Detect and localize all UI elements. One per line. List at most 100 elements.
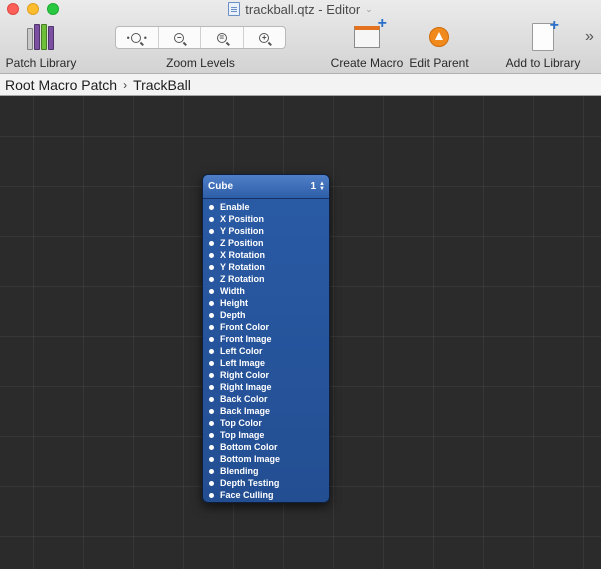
input-port[interactable]: Front Image <box>203 333 329 345</box>
port-dot-icon[interactable] <box>209 372 214 378</box>
port-dot-icon[interactable] <box>209 300 214 306</box>
input-port[interactable]: Face Culling <box>203 489 329 501</box>
zoom-fit-button[interactable]: = <box>201 27 244 48</box>
port-dot-icon[interactable] <box>209 444 214 450</box>
port-label: Blending <box>220 466 259 476</box>
port-label: Height <box>220 298 248 308</box>
port-label: Depth <box>220 310 246 320</box>
patch-index-value: 1 <box>310 181 317 192</box>
port-dot-icon[interactable] <box>209 384 214 390</box>
port-label: Right Color <box>220 370 269 380</box>
port-dot-icon[interactable] <box>209 360 214 366</box>
port-label: Y Rotation <box>220 262 265 272</box>
port-label: Left Image <box>220 358 266 368</box>
port-dot-icon[interactable] <box>209 336 214 342</box>
input-port[interactable]: Width <box>203 285 329 297</box>
stepper-arrows-icon: ▲ ▼ <box>319 180 325 192</box>
port-label: Left Color <box>220 346 263 356</box>
input-port[interactable]: Z Rotation <box>203 273 329 285</box>
input-port[interactable]: Back Color <box>203 393 329 405</box>
zoom-levels-control[interactable]: • • − = + <box>115 26 286 49</box>
port-label: Z Rotation <box>220 274 265 284</box>
port-label: Bottom Color <box>220 442 278 452</box>
input-port[interactable]: Right Color <box>203 369 329 381</box>
input-port[interactable]: Right Image <box>203 381 329 393</box>
patch-library-label: Patch Library <box>5 56 77 70</box>
port-dot-icon[interactable] <box>209 480 214 486</box>
breadcrumb-separator-icon: › <box>123 77 128 92</box>
input-port[interactable]: Enable <box>203 201 329 213</box>
port-dot-icon[interactable] <box>209 312 214 318</box>
input-port[interactable]: Depth Testing <box>203 477 329 489</box>
port-dot-icon[interactable] <box>209 288 214 294</box>
zoom-levels-label: Zoom Levels <box>166 56 235 70</box>
create-macro-icon: + <box>354 16 387 48</box>
port-label: Back Color <box>220 394 268 404</box>
input-port[interactable]: Left Color <box>203 345 329 357</box>
input-port[interactable]: Left Image <box>203 357 329 369</box>
toolbar-overflow-icon[interactable]: » <box>585 28 594 46</box>
port-label: Front Image <box>220 334 272 344</box>
zoom-in-button[interactable]: + <box>244 27 286 48</box>
input-port[interactable]: Bottom Color <box>203 441 329 453</box>
port-label: Face Culling <box>220 490 274 500</box>
port-dot-icon[interactable] <box>209 276 214 282</box>
port-dot-icon[interactable] <box>209 264 214 270</box>
port-label: Back Image <box>220 406 271 416</box>
create-macro-label: Create Macro <box>330 56 404 70</box>
port-dot-icon[interactable] <box>209 204 214 210</box>
books-icon <box>27 24 55 50</box>
patch-title: Cube <box>208 181 233 192</box>
port-label: Width <box>220 286 245 296</box>
port-dot-icon[interactable] <box>209 468 214 474</box>
port-label: Y Position <box>220 226 264 236</box>
patch-input-ports: Enable X Position Y Position Z Position … <box>203 199 329 501</box>
zoom-actual-size-button[interactable]: • • <box>116 27 159 48</box>
input-port[interactable]: X Position <box>203 213 329 225</box>
input-port[interactable]: Back Image <box>203 405 329 417</box>
patch-index-stepper[interactable]: 1 ▲ ▼ <box>310 180 325 193</box>
input-port[interactable]: Front Color <box>203 321 329 333</box>
port-dot-icon[interactable] <box>209 432 214 438</box>
port-dot-icon[interactable] <box>209 408 214 414</box>
port-dot-icon[interactable] <box>209 252 214 258</box>
add-to-library-label: Add to Library <box>505 56 581 70</box>
port-dot-icon[interactable] <box>209 492 214 498</box>
port-dot-icon[interactable] <box>209 396 214 402</box>
input-port[interactable]: Z Position <box>203 237 329 249</box>
breadcrumb-root[interactable]: Root Macro Patch <box>5 77 117 93</box>
port-dot-icon[interactable] <box>209 324 214 330</box>
breadcrumb-current[interactable]: TrackBall <box>133 77 191 93</box>
input-port[interactable]: Depth <box>203 309 329 321</box>
input-port[interactable]: Top Image <box>203 429 329 441</box>
port-dot-icon[interactable] <box>209 348 214 354</box>
port-dot-icon[interactable] <box>209 216 214 222</box>
port-label: X Position <box>220 214 265 224</box>
zoom-out-icon: − <box>174 32 185 43</box>
zoom-fit-icon <box>130 32 141 43</box>
title-chevron-icon[interactable]: ⌄ <box>365 4 373 15</box>
input-port[interactable]: Top Color <box>203 417 329 429</box>
toolbar: trackball.qtz - Editor ⌄ Patch Library •… <box>0 0 601 74</box>
cube-patch[interactable]: Cube 1 ▲ ▼ Enable X Position Y Position … <box>202 174 330 503</box>
port-dot-icon[interactable] <box>209 420 214 426</box>
breadcrumb: Root Macro Patch › TrackBall <box>0 74 601 96</box>
input-port[interactable]: Y Position <box>203 225 329 237</box>
port-label: Top Color <box>220 418 262 428</box>
window-title: trackball.qtz - Editor ⌄ <box>0 1 601 17</box>
zoom-in-icon: + <box>259 32 270 43</box>
window-title-text: trackball.qtz - Editor <box>245 1 361 17</box>
patch-header[interactable]: Cube 1 ▲ ▼ <box>203 175 329 199</box>
port-label: Bottom Image <box>220 454 281 464</box>
input-port[interactable]: Bottom Image <box>203 453 329 465</box>
port-label: X Rotation <box>220 250 265 260</box>
input-port[interactable]: Height <box>203 297 329 309</box>
zoom-out-button[interactable]: − <box>159 27 201 48</box>
port-dot-icon[interactable] <box>209 240 214 246</box>
document-icon <box>228 2 241 16</box>
port-dot-icon[interactable] <box>209 456 214 462</box>
port-dot-icon[interactable] <box>209 228 214 234</box>
input-port[interactable]: Y Rotation <box>203 261 329 273</box>
input-port[interactable]: Blending <box>203 465 329 477</box>
input-port[interactable]: X Rotation <box>203 249 329 261</box>
